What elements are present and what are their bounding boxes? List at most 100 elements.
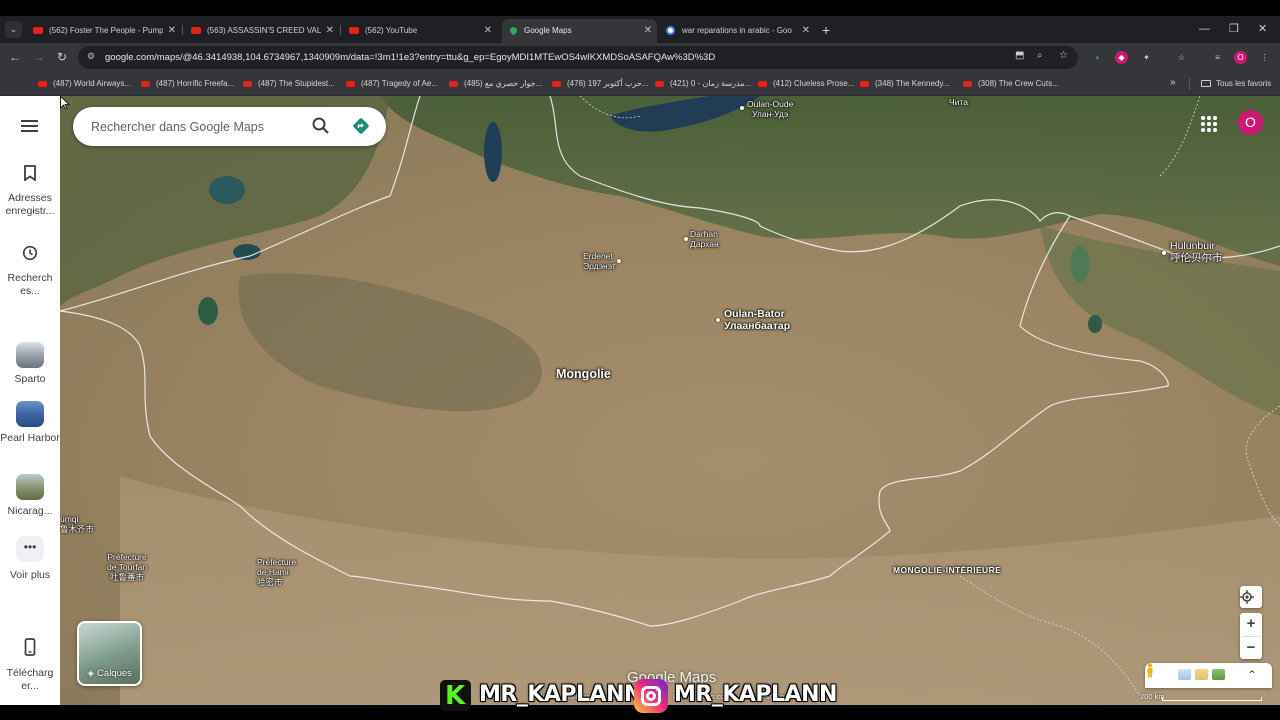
- close-tab-icon[interactable]: ✕: [168, 19, 176, 43]
- tab-label: (562) YouTube: [365, 26, 418, 35]
- google-apps-icon[interactable]: [1201, 116, 1217, 132]
- saved-places-button[interactable]: Adresses enregistr...: [0, 165, 60, 218]
- search-icon[interactable]: [311, 116, 331, 136]
- place-label-turfan[interactable]: Préfecture de Tourfan 吐鲁番市: [107, 552, 147, 582]
- search-input[interactable]: [91, 107, 291, 146]
- omnibox[interactable]: ⚙ google.com/maps/@46.3414938,104.673496…: [78, 46, 1078, 69]
- satellite-imagery: [60, 96, 1280, 705]
- bookmark-item[interactable]: (487) Tragedy of Ae...: [346, 72, 438, 96]
- tab-separator: [340, 25, 341, 35]
- minimap-traffic-icon[interactable]: [1212, 669, 1225, 680]
- zoom-out-icon[interactable]: −: [1240, 637, 1262, 660]
- bookmark-label: (412) Clueless Prose...: [773, 79, 855, 88]
- more-bookmarks-icon[interactable]: »: [1170, 77, 1176, 88]
- minimap-terrain-icon[interactable]: [1195, 669, 1208, 680]
- layers-text: Calques: [97, 668, 132, 679]
- favorites-icon[interactable]: ☆: [1175, 51, 1188, 64]
- place-label-urumqi[interactable]: ümqi 鲁木齐市: [60, 514, 94, 534]
- place-label-chita[interactable]: Чита: [949, 97, 968, 107]
- back-icon[interactable]: ←: [9, 50, 21, 64]
- layers-label: ◈ Calques: [79, 668, 140, 679]
- zoom-icon[interactable]: ⌕: [1037, 50, 1043, 61]
- place-name: Préfecture: [107, 552, 147, 562]
- new-tab-icon[interactable]: +: [822, 19, 830, 41]
- satellite-map[interactable]: O Oulan-Oude Улан-Удэ Чита Darhan Дархан…: [60, 96, 1280, 705]
- bookmark-item[interactable]: (308) The Crew Cuts...: [963, 72, 1059, 96]
- tab-label: Google Maps: [524, 26, 572, 35]
- close-tab-icon[interactable]: ✕: [326, 19, 334, 43]
- bookmark-item[interactable]: (348) The Kennedy...: [860, 72, 949, 96]
- tab-assassins-creed[interactable]: (563) ASSASSIN'S CREED VALHA ✕: [185, 19, 339, 43]
- bookmark-item[interactable]: (485) جوار حصري مع...: [449, 72, 542, 96]
- place-label: Nicarag...: [7, 505, 53, 517]
- restore-icon[interactable]: ❐: [1229, 19, 1239, 39]
- pegman-icon[interactable]: [1145, 663, 1155, 678]
- tab-foster-the-people[interactable]: (562) Foster The People - Pump ✕: [27, 19, 181, 43]
- bookmark-item[interactable]: (487) Horrific Freefa...: [141, 72, 234, 96]
- place-name: de Hami: [257, 567, 289, 577]
- reload-icon[interactable]: ↻: [57, 50, 67, 64]
- place-name-local: 呼伦贝尔市: [1170, 252, 1223, 264]
- bookmark-item[interactable]: (487) The Stupidest...: [243, 72, 335, 96]
- browser-menu-icon[interactable]: ⋮: [1258, 51, 1271, 64]
- forward-icon[interactable]: →: [33, 50, 45, 64]
- recent-place-sparto[interactable]: Sparto: [0, 342, 60, 386]
- all-bookmarks-folder[interactable]: Tous les favoris: [1201, 72, 1271, 96]
- place-label-darhan[interactable]: Darhan Дархан: [690, 229, 719, 249]
- tab-search-dropdown-icon[interactable]: ⌄: [5, 21, 22, 38]
- tab-youtube[interactable]: (562) YouTube ✕: [343, 19, 497, 43]
- close-window-icon[interactable]: ✕: [1258, 19, 1267, 39]
- site-info-icon[interactable]: ⚙: [87, 51, 95, 62]
- tab-war-reparations[interactable]: war reparations in arabic - Goo ✕: [660, 19, 815, 43]
- address-bar: ← → ↻ ⚙ google.com/maps/@46.3414938,104.…: [0, 43, 1280, 72]
- my-location-icon[interactable]: [1240, 586, 1262, 608]
- extension-icon[interactable]: ◗: [1091, 51, 1104, 64]
- minimap-default-icon[interactable]: [1178, 669, 1191, 680]
- extensions-puzzle-icon[interactable]: ✦: [1140, 51, 1153, 64]
- scale-label[interactable]: 200 km: [1140, 692, 1165, 701]
- expand-up-icon[interactable]: ⌃: [1247, 668, 1257, 682]
- place-label-ulaanbaatar[interactable]: Oulan-Bator Улаанбаатар: [724, 308, 790, 332]
- account-avatar[interactable]: O: [1238, 110, 1263, 135]
- youtube-icon: [38, 80, 47, 87]
- media-icon[interactable]: ≡: [1211, 51, 1224, 64]
- tab-google-maps[interactable]: Google Maps ✕: [502, 19, 657, 43]
- bookmark-item[interactable]: (476) حرب أكتوبر 197...: [552, 72, 649, 96]
- download-app-label: Télécharg er...: [6, 667, 54, 692]
- recent-place-nicaragua[interactable]: Nicarag...: [0, 474, 60, 518]
- youtube-icon: [449, 80, 458, 87]
- profile-avatar[interactable]: O: [1234, 51, 1247, 64]
- street-view-and-minimaps: ⌃: [1145, 663, 1272, 688]
- search-box: [73, 107, 386, 146]
- place-label-erdenet[interactable]: Erdenet Эрдэнэт: [583, 251, 616, 271]
- url-text[interactable]: google.com/maps/@46.3414938,104.6734967,…: [105, 46, 715, 69]
- close-tab-icon[interactable]: ✕: [644, 19, 652, 43]
- close-tab-icon[interactable]: ✕: [484, 19, 492, 43]
- bookmark-separator: [1189, 78, 1190, 90]
- place-label-hami[interactable]: Préfecture de Hami 哈密市: [257, 557, 296, 587]
- close-tab-icon[interactable]: ✕: [802, 19, 810, 43]
- bookmark-item[interactable]: (421) مدرسة زمان - 0...: [655, 72, 751, 96]
- recent-searches-button[interactable]: Recherch es...: [0, 245, 60, 298]
- bookmark-item[interactable]: (487) World Airways...: [38, 72, 131, 96]
- place-label-inner-mongolia[interactable]: MONGOLIE-INTÉRIEURE: [893, 565, 1001, 575]
- layers-button[interactable]: ◈ Calques: [77, 621, 142, 686]
- install-app-icon[interactable]: ⬒: [1015, 50, 1024, 61]
- download-app-button[interactable]: Télécharg er...: [0, 638, 60, 693]
- saved-places-label: Adresses enregistr...: [5, 192, 55, 217]
- see-more-button[interactable]: ••• Voir plus: [0, 536, 60, 582]
- directions-icon[interactable]: [352, 117, 370, 135]
- zoom-in-icon[interactable]: +: [1240, 613, 1262, 636]
- place-label-ulan-ude[interactable]: Oulan-Oude Улан-Удэ: [747, 99, 793, 119]
- place-label-hulunbuir[interactable]: Hulunbuir 呼伦贝尔市: [1170, 240, 1223, 264]
- place-name: Oulan-Oude: [747, 99, 794, 109]
- place-label-mongolia[interactable]: Mongolie: [556, 368, 611, 381]
- extension-shield-icon[interactable]: ◆: [1115, 51, 1128, 64]
- bookmark-item[interactable]: (412) Clueless Prose...: [758, 72, 854, 96]
- youtube-icon: [655, 80, 664, 87]
- bookmark-star-icon[interactable]: ☆: [1059, 50, 1068, 61]
- minimize-icon[interactable]: —: [1199, 19, 1210, 39]
- recent-place-pearl-harbor[interactable]: Pearl Harbor: [0, 401, 60, 445]
- city-marker: [684, 237, 688, 241]
- menu-icon[interactable]: [21, 120, 38, 132]
